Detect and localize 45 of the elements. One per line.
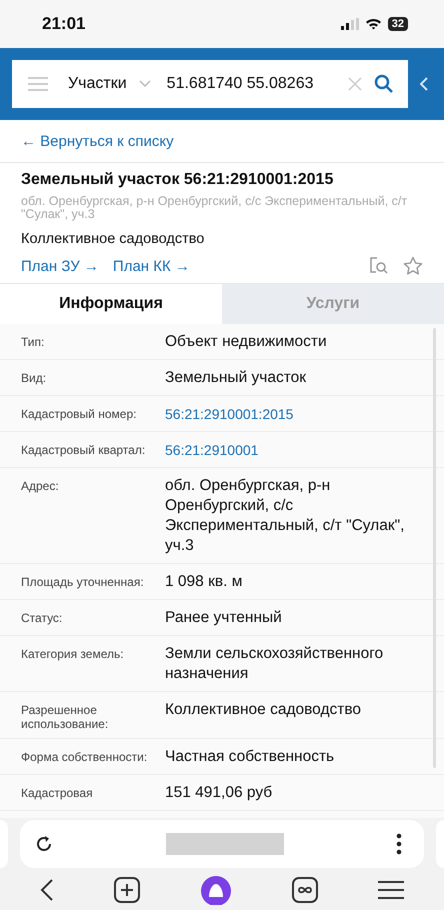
field-label: Кадастровый номер: (21, 406, 138, 423)
field-label: Вид: (21, 370, 48, 387)
signal-icon (340, 18, 359, 30)
field-value: обл. Оренбургская, р-н Оренбургский, с/с Экспериментальный, с/т "Сулак", уч.3 (165, 476, 406, 556)
field-label: Площадь уточненная: (21, 574, 145, 591)
more-icon[interactable] (396, 833, 402, 855)
field-value: Объект недвижимости (165, 332, 327, 352)
back-icon[interactable] (40, 878, 54, 902)
field-value: Коллективное садоводство (165, 700, 362, 720)
field-label: Кадастровый квартал: (21, 442, 146, 459)
plan-link[interactable]: План ЗУ → (21, 258, 99, 274)
search-field[interactable]: 51.681740 55.08263 (166, 75, 336, 93)
wifi-icon (364, 18, 382, 30)
new-tab-icon[interactable] (114, 877, 140, 903)
menu-icon[interactable] (378, 880, 404, 900)
search-icon[interactable] (374, 74, 394, 94)
star-icon[interactable] (403, 256, 423, 276)
field-label: Форма собственности: (21, 749, 148, 766)
field-value: Частная собственность (165, 747, 334, 767)
parcel-usage: Коллективное садоводство (21, 231, 206, 247)
status-time: 21:01 (42, 14, 86, 34)
parcel-title: Земельный участок 56:21:2910001:2015 (21, 171, 334, 189)
field-link[interactable]: 56:21:2910001 (165, 440, 258, 460)
reload-icon[interactable] (34, 834, 54, 854)
back-link[interactable]: ← Вернуться к списку (21, 132, 174, 150)
tabs-icon[interactable] (292, 877, 318, 903)
field-label: Разрешенное использование: (21, 702, 110, 731)
field-value: 1 098 кв. м (165, 572, 242, 592)
field-value: Ранее учтенный (165, 608, 282, 628)
chevron-left-icon[interactable] (420, 77, 428, 91)
category-dropdown[interactable]: Участки (68, 75, 127, 93)
field-link[interactable]: 56:21:2910001:2015 (165, 404, 294, 424)
parcel-address: обл. Оренбургская, р-н Оренбургский, с/с Экспериментальный, с/т "Сулак", уч.3 (21, 195, 408, 221)
document-search-icon[interactable] (369, 256, 389, 276)
field-label: Адрес: (21, 478, 60, 495)
field-value: 151 491,06 руб (165, 783, 272, 803)
plan-link[interactable]: План КК → (112, 258, 190, 274)
field-label: Тип: (21, 334, 46, 351)
field-value: Земли сельскохозяйственного назначения (165, 644, 384, 684)
field-label: Статус: (21, 610, 64, 627)
field-label: Кадастровая (21, 785, 94, 802)
field-value: Земельный участок (165, 368, 306, 388)
battery-level: 32 (388, 17, 408, 31)
assistant-icon[interactable] (200, 875, 232, 905)
field-label: Категория земель: (21, 646, 125, 663)
